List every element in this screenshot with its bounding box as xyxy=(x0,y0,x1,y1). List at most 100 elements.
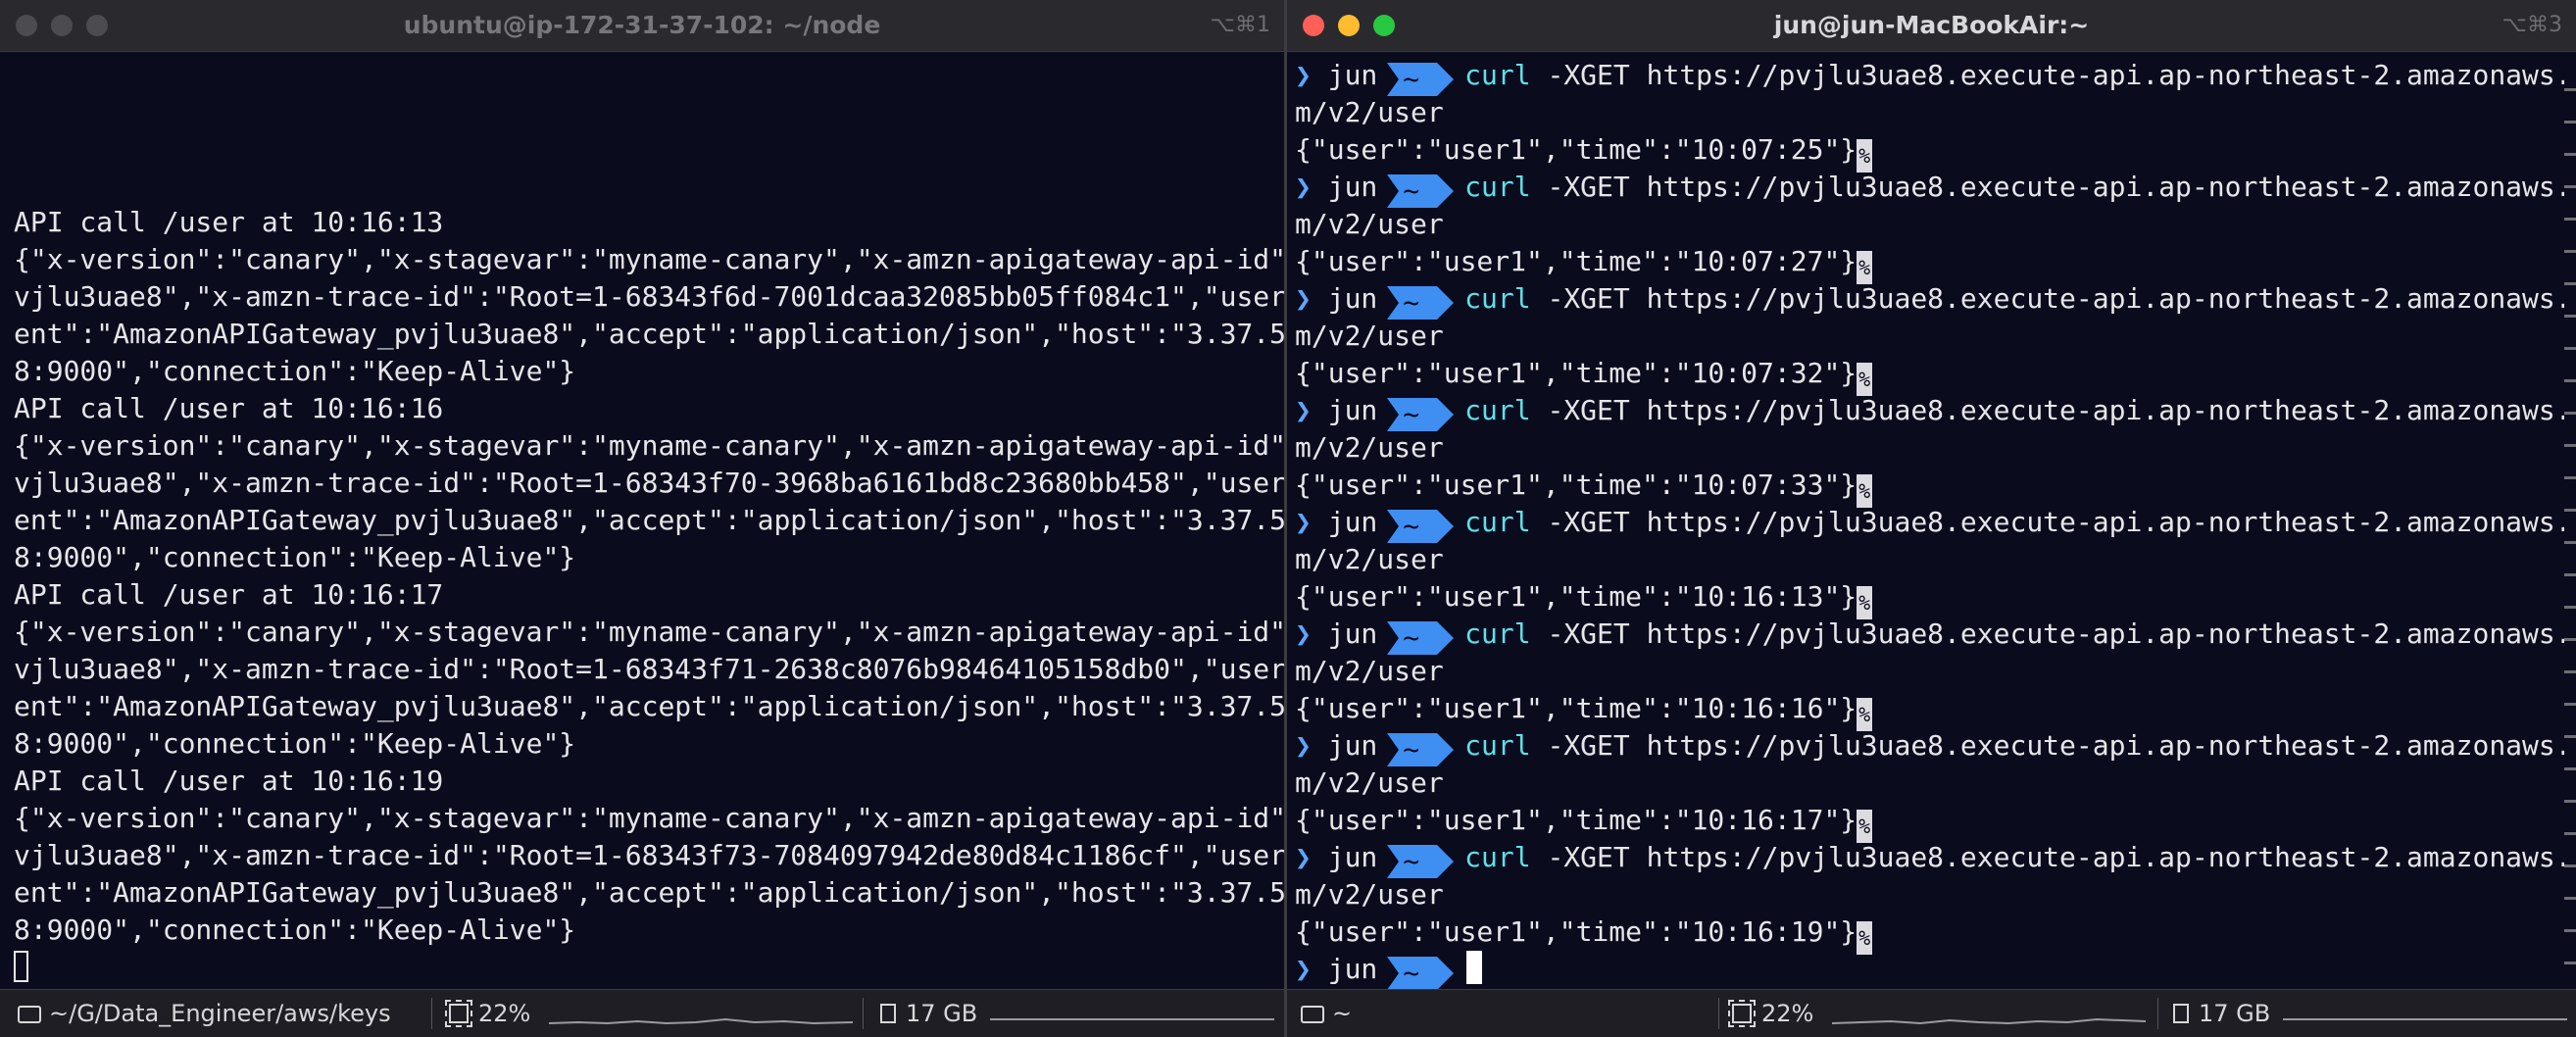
no-newline-mark: % xyxy=(1857,921,1873,955)
response-line: {"user":"user1","time":"10:16:13"}% xyxy=(1295,578,2562,619)
command-line-wrap: m/v2/user xyxy=(1295,96,1444,128)
memory-sparkline xyxy=(2283,1018,2567,1020)
cpu-icon xyxy=(1728,1000,1756,1027)
cpu-sparkline xyxy=(549,1017,853,1025)
prompt-chevron-icon: ❯ xyxy=(1295,59,1312,91)
response-text: {"user":"user1","time":"10:16:13"} xyxy=(1295,580,1858,613)
output-line: ent":"AmazonAPIGateway_pvjlu3uae8","acce… xyxy=(14,318,1284,350)
command-line-wrap: m/v2/user xyxy=(1295,766,1444,799)
prompt-path: ~ xyxy=(1387,621,1454,655)
active-prompt-line[interactable]: ❯ jun ~ xyxy=(1295,951,2562,990)
prompt-chevron-icon: ❯ xyxy=(1295,282,1312,315)
output-line: 8:9000","connection":"Keep-Alive"} xyxy=(14,541,576,573)
no-newline-mark: % xyxy=(1857,251,1873,284)
prompt-user: jun xyxy=(1327,617,1378,650)
prompt-chevron-icon: ❯ xyxy=(1295,394,1312,426)
titlebar[interactable]: jun@jun-MacBookAir:~ ⌥⌘3 xyxy=(1287,0,2576,52)
response-line: {"user":"user1","time":"10:07:33"}% xyxy=(1295,467,2562,508)
prompt-user: jun xyxy=(1327,953,1378,985)
output-line: {"x-version":"canary","x-stagevar":"myna… xyxy=(14,616,1284,648)
prompt-path: ~ xyxy=(1387,845,1454,878)
cpu-icon xyxy=(445,1000,472,1027)
output-line: 8:9000","connection":"Keep-Alive"} xyxy=(14,355,576,387)
output-line: API call /user at 10:16:16 xyxy=(14,392,444,424)
command-line-wrap: m/v2/user xyxy=(1295,543,1444,575)
prompt-user: jun xyxy=(1327,282,1378,315)
command-line: ❯ jun ~ curl -XGET https://pvjlu3uae8.exec… xyxy=(1295,392,2576,431)
response-text: {"user":"user1","time":"10:07:25"} xyxy=(1295,133,1858,166)
command: curl xyxy=(1464,282,1531,315)
status-cpu: 22% xyxy=(1728,990,1813,1037)
status-path[interactable]: ~/G/Data_Engineer/aws/keys xyxy=(18,990,391,1037)
terminal-output[interactable]: ❯ jun ~ curl -XGET https://pvjlu3uae8.exec… xyxy=(1295,57,2576,990)
command: curl xyxy=(1464,394,1531,426)
command-args: -XGET https://pvjlu3uae8.execute-api.ap-… xyxy=(1547,841,2576,873)
command-args: -XGET https://pvjlu3uae8.execute-api.ap-… xyxy=(1547,282,2576,315)
prompt-path: ~ xyxy=(1387,510,1454,543)
command: curl xyxy=(1464,171,1531,203)
prompt-chevron-icon: ❯ xyxy=(1295,617,1312,650)
output-line: {"x-version":"canary","x-stagevar":"myna… xyxy=(14,429,1284,462)
command-line: ❯ jun ~ curl -XGET https://pvjlu3uae8.exec… xyxy=(1295,616,2576,655)
prompt-user: jun xyxy=(1327,394,1378,426)
output-line: {"x-version":"canary","x-stagevar":"myna… xyxy=(14,802,1284,834)
memory-sparkline xyxy=(990,1018,1274,1020)
command: curl xyxy=(1464,59,1531,91)
prompt-chevron-icon: ❯ xyxy=(1295,729,1312,762)
scrollbar[interactable] xyxy=(2564,59,2576,978)
command-args: -XGET https://pvjlu3uae8.execute-api.ap-… xyxy=(1547,394,2576,426)
prompt-user: jun xyxy=(1327,59,1378,91)
no-newline-mark: % xyxy=(1857,810,1873,843)
status-memory: 17 GB xyxy=(880,990,977,1037)
output-line: ent":"AmazonAPIGateway_pvjlu3uae8","acce… xyxy=(14,690,1284,722)
command-args: -XGET https://pvjlu3uae8.execute-api.ap-… xyxy=(1547,729,2576,762)
terminal-output[interactable]: API call /user at 10:16:13 {"x-version":"… xyxy=(14,204,1284,986)
command-line-wrap: m/v2/user xyxy=(1295,208,1444,240)
prompt-user: jun xyxy=(1327,841,1378,873)
command: curl xyxy=(1464,506,1531,538)
no-newline-mark: % xyxy=(1857,698,1873,731)
response-line: {"user":"user1","time":"10:16:17"}% xyxy=(1295,802,2562,843)
window-title: ubuntu@ip-172-31-37-102: ~/node xyxy=(403,11,881,39)
output-line: vjlu3uae8","x-amzn-trace-id":"Root=1-683… xyxy=(14,839,1284,871)
no-newline-mark: % xyxy=(1857,586,1873,619)
no-newline-mark: % xyxy=(1857,139,1873,173)
folder-icon xyxy=(18,1006,41,1023)
status-cpu: 22% xyxy=(445,990,530,1037)
output-line: vjlu3uae8","x-amzn-trace-id":"Root=1-683… xyxy=(14,280,1284,313)
titlebar[interactable]: ubuntu@ip-172-31-37-102: ~/node ⌥⌘1 xyxy=(0,0,1284,52)
prompt-chevron-icon: ❯ xyxy=(1295,506,1312,538)
output-line: vjlu3uae8","x-amzn-trace-id":"Root=1-683… xyxy=(14,467,1284,499)
response-text: {"user":"user1","time":"10:16:17"} xyxy=(1295,804,1858,836)
command-line: ❯ jun ~ curl -XGET https://pvjlu3uae8.exec… xyxy=(1295,57,2576,96)
terminal-window-left[interactable]: ubuntu@ip-172-31-37-102: ~/node ⌥⌘1 API … xyxy=(0,0,1284,1037)
command: curl xyxy=(1464,617,1531,650)
command: curl xyxy=(1464,841,1531,873)
memory-icon xyxy=(880,1004,896,1023)
command-args: -XGET https://pvjlu3uae8.execute-api.ap-… xyxy=(1547,171,2576,203)
command: curl xyxy=(1464,729,1531,762)
command-line: ❯ jun ~ curl -XGET https://pvjlu3uae8.exec… xyxy=(1295,727,2576,766)
folder-icon xyxy=(1301,1006,1324,1023)
command-line-wrap: m/v2/user xyxy=(1295,655,1444,687)
output-line: API call /user at 10:16:13 xyxy=(14,206,444,238)
prompt-chevron-icon: ❯ xyxy=(1295,953,1312,985)
output-line: 8:9000","connection":"Keep-Alive"} xyxy=(14,914,576,946)
cursor xyxy=(14,951,28,982)
response-line: {"user":"user1","time":"10:07:32"}% xyxy=(1295,355,2562,396)
prompt-path: ~ xyxy=(1387,286,1454,320)
prompt-chevron-icon: ❯ xyxy=(1295,171,1312,203)
command-args: -XGET https://pvjlu3uae8.execute-api.ap-… xyxy=(1547,506,2576,538)
window-shortcut: ⌥⌘1 xyxy=(1210,13,1270,37)
terminal-window-right[interactable]: jun@jun-MacBookAir:~ ⌥⌘3 ❯ jun ~ curl -XGE… xyxy=(1287,0,2576,1037)
window-shortcut: ⌥⌘3 xyxy=(2502,13,2562,37)
status-path[interactable]: ~ xyxy=(1301,990,1352,1037)
command-line: ❯ jun ~ curl -XGET https://pvjlu3uae8.exec… xyxy=(1295,169,2576,208)
status-memory: 17 GB xyxy=(2173,990,2270,1037)
no-newline-mark: % xyxy=(1857,474,1873,508)
status-bar: ~/G/Data_Engineer/aws/keys 22% 17 GB xyxy=(0,989,1284,1037)
output-line: API call /user at 10:16:17 xyxy=(14,578,444,611)
response-text: {"user":"user1","time":"10:16:19"} xyxy=(1295,915,1858,948)
prompt-line[interactable] xyxy=(14,949,1270,986)
response-text: {"user":"user1","time":"10:16:16"} xyxy=(1295,692,1858,724)
